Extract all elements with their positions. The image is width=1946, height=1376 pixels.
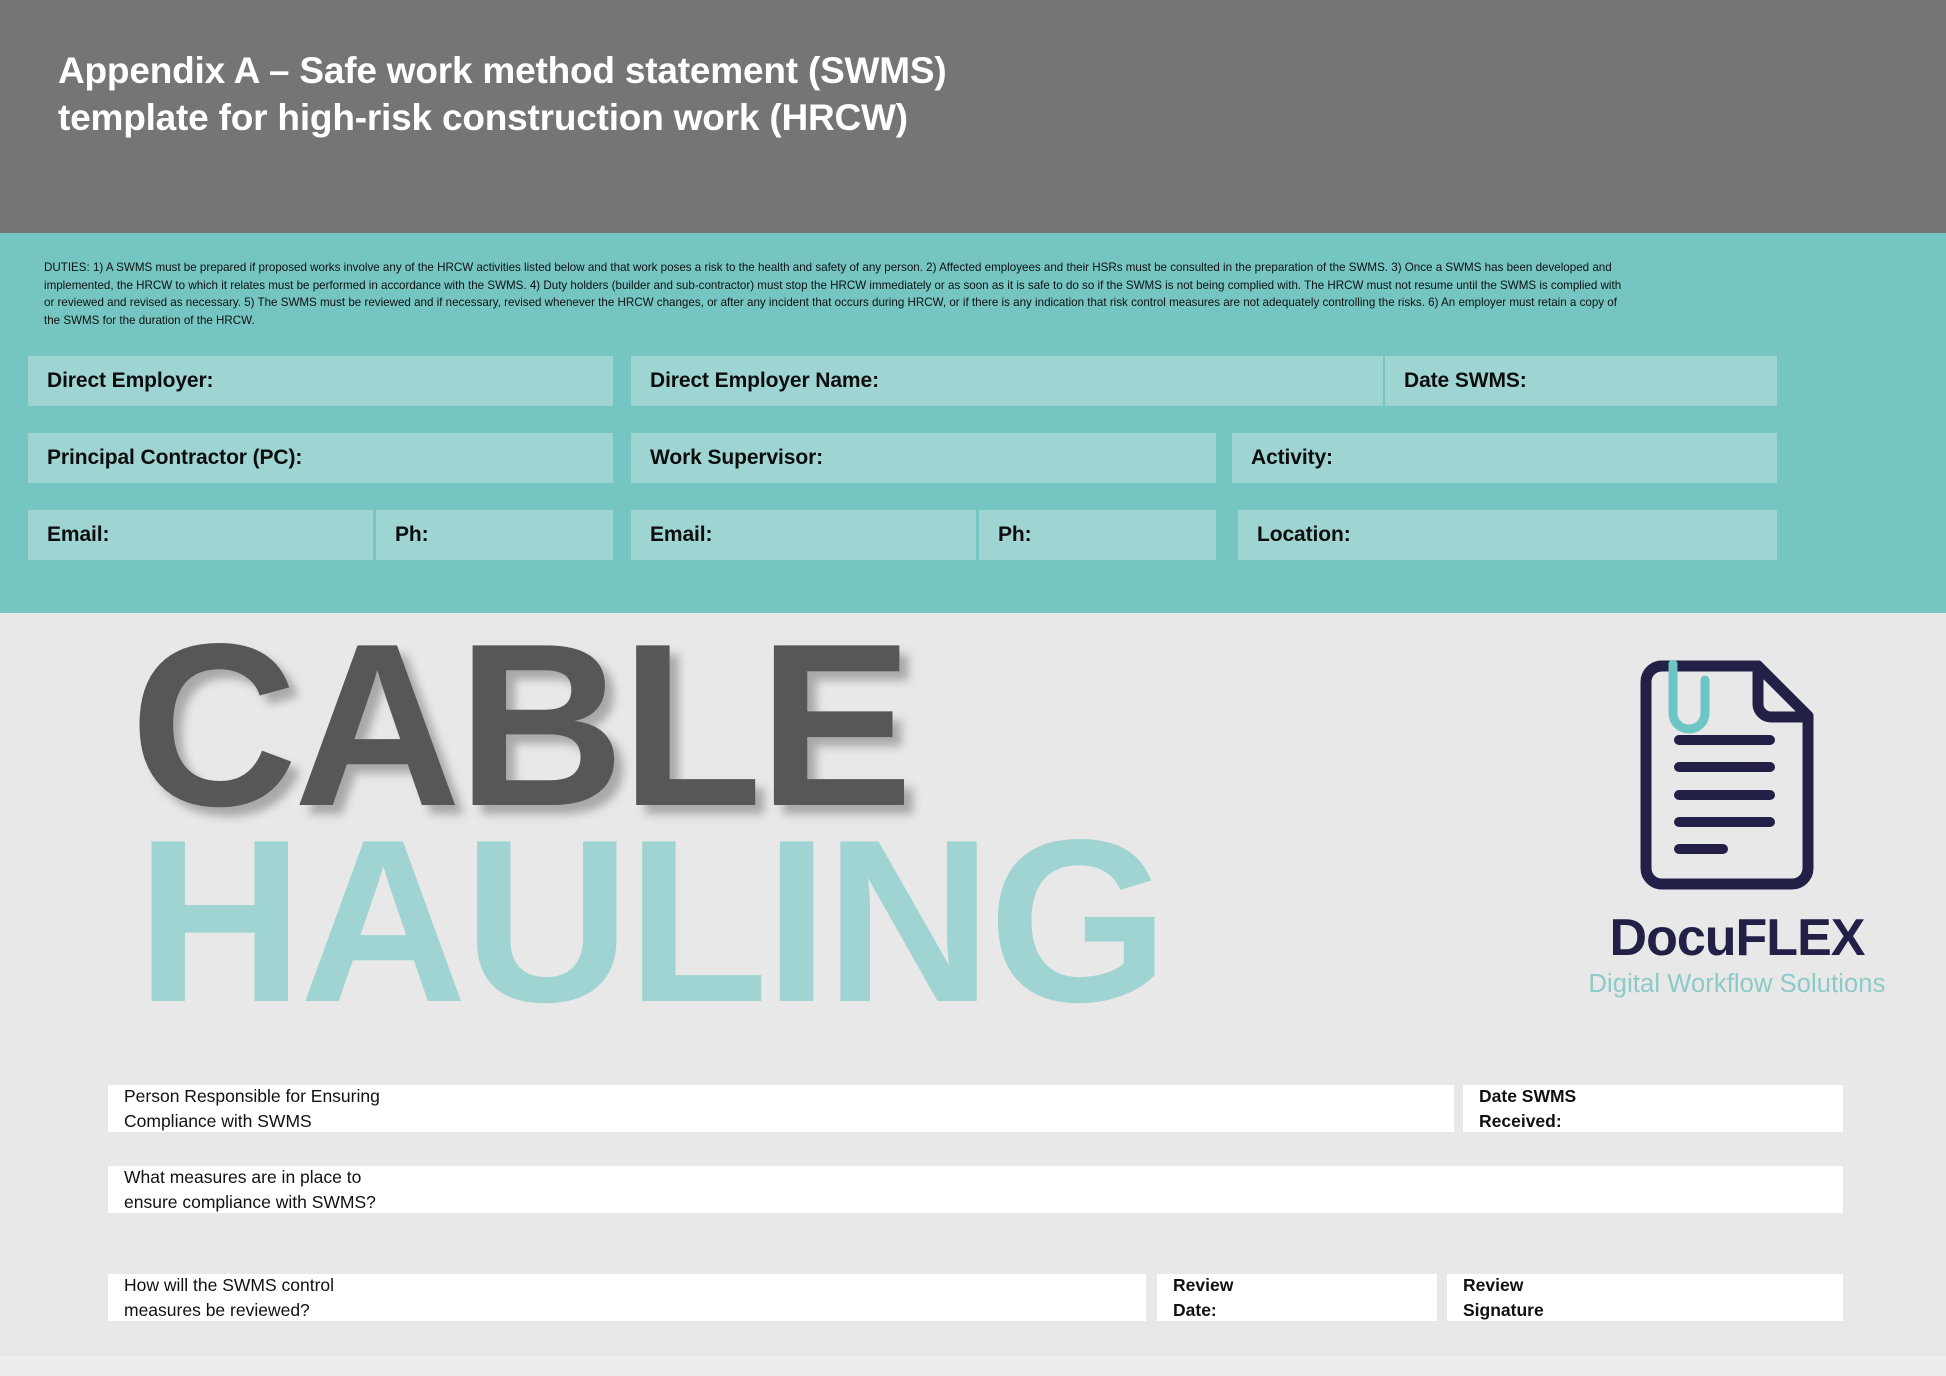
field-review-date[interactable]: Review Date: (1157, 1274, 1437, 1321)
field-direct-employer[interactable]: Direct Employer: (28, 356, 613, 406)
field-ph-supervisor-label: Ph: (998, 523, 1032, 546)
field-date-swms[interactable]: Date SWMS: (1385, 356, 1777, 406)
field-review-signature[interactable]: Review Signature (1447, 1274, 1843, 1321)
field-ph-supervisor[interactable]: Ph: (979, 510, 1216, 560)
field-date-swms-label: Date SWMS: (1404, 369, 1527, 392)
field-activity-label: Activity: (1251, 446, 1333, 469)
field-work-supervisor[interactable]: Work Supervisor: (631, 433, 1216, 483)
field-date-swms-received[interactable]: Date SWMS Received: (1463, 1085, 1843, 1132)
field-ph-employer-label: Ph: (395, 523, 429, 546)
page-title-line-2: template for high-risk construction work… (58, 96, 908, 138)
document-paperclip-icon (1630, 659, 1820, 905)
logo-tagline: Digital Workflow Solutions (1588, 970, 1886, 998)
field-location-label: Location: (1257, 523, 1351, 546)
logo-wordmark: DocuFLEX (1609, 909, 1866, 967)
page-bottom-strip (0, 1356, 1946, 1376)
field-direct-employer-name[interactable]: Direct Employer Name: (631, 356, 1383, 406)
field-activity[interactable]: Activity: (1232, 433, 1777, 483)
duties-paragraph: DUTIES: 1) A SWMS must be prepared if pr… (44, 261, 1622, 327)
field-direct-employer-label: Direct Employer: (47, 369, 214, 392)
field-review-signature-label: Review Signature (1463, 1274, 1544, 1320)
page-title: Appendix A – Safe work method statement … (58, 48, 1358, 142)
field-work-supervisor-label: Work Supervisor: (650, 446, 824, 469)
field-location[interactable]: Location: (1238, 510, 1777, 560)
field-email-employer[interactable]: Email: (28, 510, 373, 560)
field-measures-in-place-label: What measures are in place to ensure com… (124, 1166, 376, 1212)
docuflex-logo: DocuFLEX Digital Workflow Solutions (1542, 659, 1932, 1010)
field-ph-employer[interactable]: Ph: (376, 510, 613, 560)
header-band: Appendix A – Safe work method statement … (0, 0, 1946, 233)
field-how-reviewed[interactable]: How will the SWMS control measures be re… (108, 1274, 1146, 1321)
field-person-responsible[interactable]: Person Responsible for Ensuring Complian… (108, 1085, 1454, 1132)
hero-word-hauling: HAULING (136, 792, 1169, 1051)
document-page: Appendix A – Safe work method statement … (0, 0, 1946, 1376)
field-review-date-label: Review Date: (1173, 1274, 1234, 1320)
field-person-responsible-label: Person Responsible for Ensuring Complian… (124, 1085, 380, 1131)
field-email-employer-label: Email: (47, 523, 110, 546)
page-title-line-1: Appendix A – Safe work method statement … (58, 50, 947, 91)
field-how-reviewed-label: How will the SWMS control measures be re… (124, 1274, 335, 1320)
field-measures-in-place[interactable]: What measures are in place to ensure com… (108, 1166, 1843, 1213)
teal-info-band: DUTIES: 1) A SWMS must be prepared if pr… (0, 233, 1946, 613)
field-direct-employer-name-label: Direct Employer Name: (650, 369, 879, 392)
field-principal-contractor[interactable]: Principal Contractor (PC): (28, 433, 613, 483)
field-email-supervisor[interactable]: Email: (631, 510, 976, 560)
field-date-swms-received-label: Date SWMS Received: (1479, 1085, 1577, 1131)
field-email-supervisor-label: Email: (650, 523, 713, 546)
field-principal-contractor-label: Principal Contractor (PC): (47, 446, 303, 469)
